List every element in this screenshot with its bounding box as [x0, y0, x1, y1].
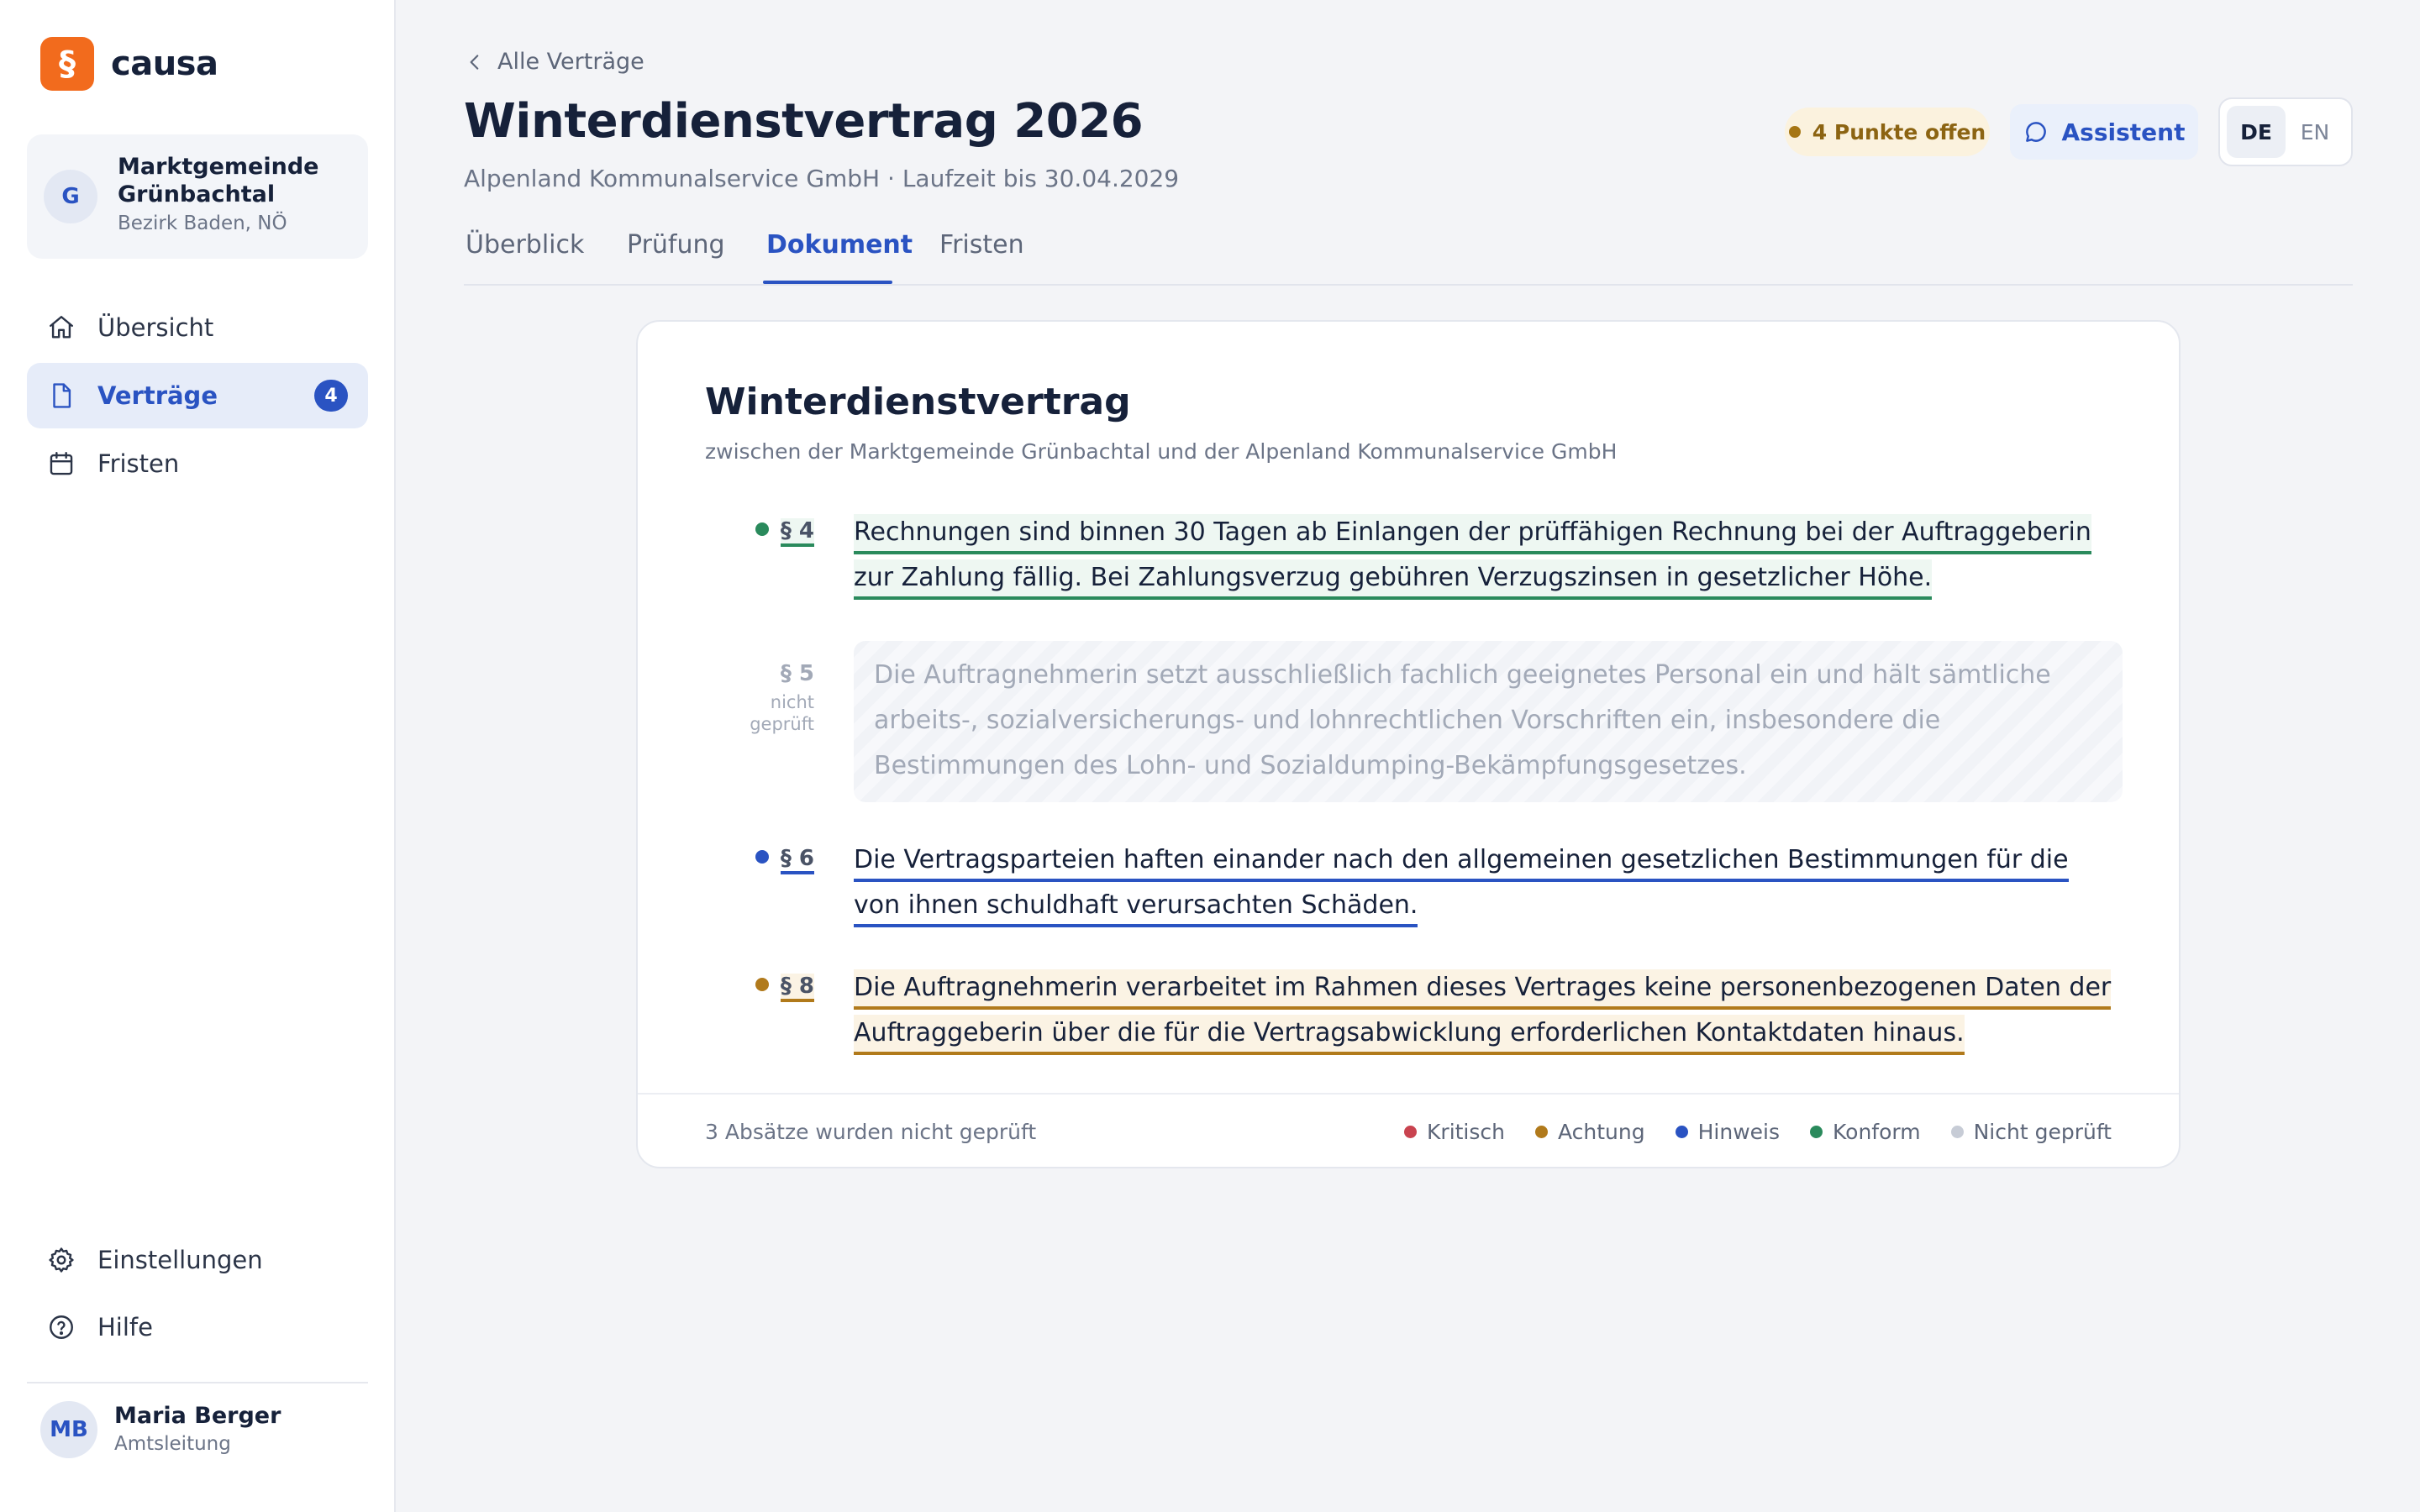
nav-item-einstellungen[interactable]: Einstellungen: [27, 1227, 368, 1293]
clause-text: Die Vertragsparteien haften einander nac…: [854, 837, 2123, 928]
clause-marker: § 4: [705, 518, 814, 547]
active-tab-indicator: [763, 281, 892, 284]
assistant-button[interactable]: Assistent: [2010, 104, 2198, 160]
user-role: Amtsleitung: [114, 1433, 231, 1455]
back-link[interactable]: Alle Verträge: [464, 49, 644, 75]
lang-option-de[interactable]: DE: [2227, 106, 2286, 158]
clause-section: § 8: [780, 974, 814, 1002]
legend-label: Achtung: [1558, 1120, 1645, 1144]
legend-dot: [1675, 1126, 1688, 1138]
document-footer: 3 Absätze wurden nicht geprüft Kritisch …: [638, 1093, 2179, 1167]
tab-pruefung[interactable]: Prüfung: [627, 230, 725, 260]
calendar-icon: [50, 452, 73, 475]
brand-logo: §: [40, 37, 94, 91]
nav-item-vertraege[interactable]: Verträge 4: [27, 363, 368, 428]
legend-label: Kritisch: [1427, 1120, 1505, 1144]
clause-text: Die Auftragnehmerin verarbeitet im Rahme…: [854, 965, 2123, 1056]
assistant-label: Assistent: [2061, 118, 2186, 146]
status-badge: 4 Punkte offen: [1785, 108, 1990, 156]
legend-item-hinweis: Hinweis: [1675, 1120, 1781, 1144]
legend-label: Nicht geprüft: [1973, 1120, 2112, 1144]
sidebar: § causa G Marktgemeinde Grünbachtal Bezi…: [0, 0, 396, 1512]
document-card: Winterdienstvertrag zwischen der Marktge…: [636, 320, 2181, 1168]
legend-item-konform: Konform: [1810, 1120, 1921, 1144]
status-dot: [755, 522, 769, 536]
page-title: Winterdienstvertrag 2026: [464, 94, 1144, 149]
unchecked-count-note: 3 Absätze wurden nicht geprüft: [705, 1120, 1037, 1144]
legend-dot: [1535, 1126, 1548, 1138]
legend-item-achtung: Achtung: [1535, 1120, 1645, 1144]
document-icon: [53, 383, 71, 408]
tab-fristen[interactable]: Fristen: [939, 230, 1024, 260]
nav-badge: 4: [314, 380, 348, 412]
chat-bubble-icon: [2025, 122, 2046, 142]
brand[interactable]: § causa: [40, 37, 218, 91]
chevron-left-icon: [470, 54, 479, 70]
status-dot: [1788, 126, 1801, 138]
nav-label: Fristen: [97, 449, 180, 478]
nav-label: Übersicht: [97, 313, 214, 342]
clause-highlight: Die Auftragnehmerin verarbeitet im Rahme…: [854, 969, 2112, 1055]
sidebar-divider: [27, 1382, 368, 1383]
tab-dokument[interactable]: Dokument: [766, 230, 913, 260]
status-legend: Kritisch Achtung Hinweis Konform Nicht g…: [1374, 1120, 2112, 1144]
nav-label: Einstellungen: [97, 1246, 263, 1274]
legend-label: Konform: [1833, 1120, 1921, 1144]
help-icon: [50, 1315, 73, 1339]
legend-dot: [1950, 1126, 1964, 1138]
document-subtitle: zwischen der Marktgemeinde Grünbachtal u…: [705, 439, 1618, 464]
clause-marker: § 6: [705, 846, 814, 874]
status-dot: [755, 978, 769, 991]
clause-highlight: Die Vertragsparteien haften einander nac…: [854, 842, 2069, 927]
tab-bar: Überblick Prüfung Dokument Fristen: [464, 225, 2353, 286]
org-region: Bezirk Baden, NÖ: [118, 213, 287, 234]
org-name: Marktgemeinde Grünbachtal: [118, 154, 319, 207]
status-dot: [755, 850, 769, 864]
legend-dot: [1810, 1126, 1823, 1138]
home-icon: [50, 316, 73, 339]
clause-section: § 6: [780, 846, 814, 874]
page-subtitle: Alpenland Kommunalservice GmbH · Laufzei…: [464, 165, 1180, 192]
tab-ueberblick[interactable]: Überblick: [466, 230, 584, 260]
legend-dot: [1404, 1126, 1418, 1138]
avatar[interactable]: MB: [40, 1401, 97, 1458]
status-label: 4 Punkte offen: [1812, 119, 1986, 144]
nav-label: Verträge: [97, 381, 218, 410]
back-label: Alle Verträge: [497, 49, 644, 75]
clause-status-note: nicht geprüft: [750, 692, 814, 734]
lang-option-en[interactable]: EN: [2286, 106, 2344, 158]
legend-label: Hinweis: [1697, 1120, 1781, 1144]
clause-marker: § 8: [705, 974, 814, 1002]
user-name: Maria Berger: [114, 1403, 281, 1429]
document-title: Winterdienstvertrag: [705, 381, 1131, 423]
legend-item-nicht-geprueft: Nicht geprüft: [1950, 1120, 2112, 1144]
clause-section: § 5: [780, 661, 814, 686]
brand-name: causa: [111, 45, 218, 83]
org-switcher[interactable]: G Marktgemeinde Grünbachtal Bezirk Baden…: [27, 134, 368, 259]
clause-text: Rechnungen sind binnen 30 Tagen ab Einla…: [854, 510, 2123, 601]
clause-marker: § 5 nicht geprüft: [705, 661, 814, 735]
org-avatar: G: [44, 170, 97, 223]
legend-item-kritisch: Kritisch: [1404, 1120, 1505, 1144]
clause-highlight: Rechnungen sind binnen 30 Tagen ab Einla…: [854, 514, 2091, 600]
clause-text: Die Auftragnehmerin setzt ausschließlich…: [854, 641, 2123, 802]
nav-item-uebersicht[interactable]: Übersicht: [27, 295, 368, 360]
nav-item-fristen[interactable]: Fristen: [27, 431, 368, 496]
nav-label: Hilfe: [97, 1313, 153, 1341]
gear-icon: [49, 1247, 74, 1273]
clause-section: § 4: [780, 518, 814, 547]
nav-item-hilfe[interactable]: Hilfe: [27, 1294, 368, 1360]
language-switch: DE EN: [2218, 97, 2353, 166]
